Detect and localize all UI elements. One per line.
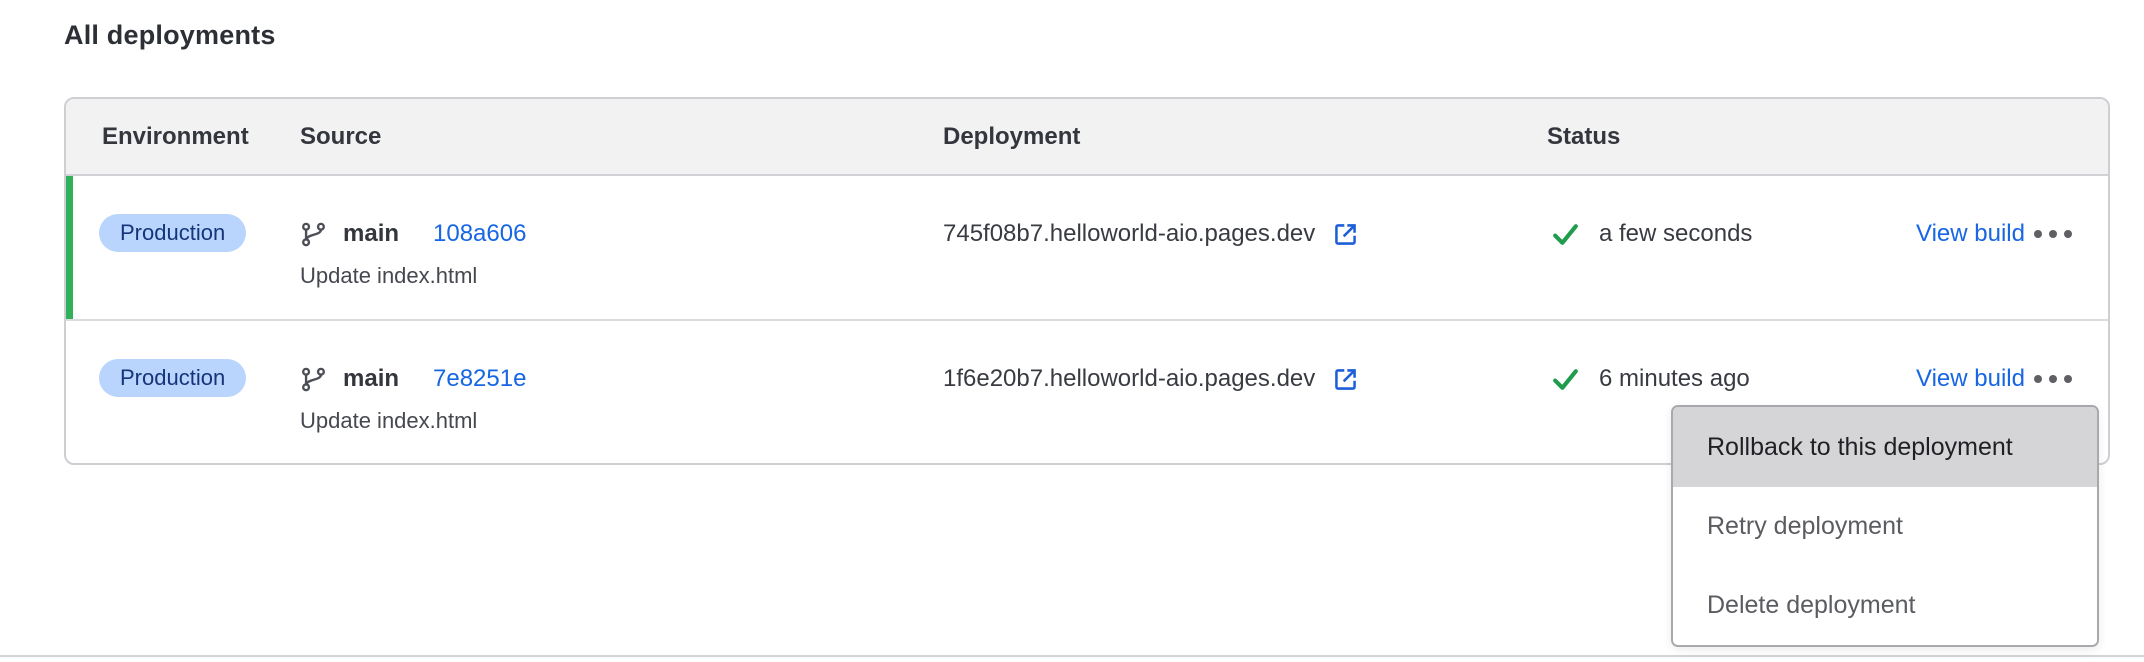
deployment-options-button[interactable] (2032, 369, 2074, 389)
active-deployment-indicator (66, 176, 73, 319)
environment-cell: Production (66, 214, 300, 252)
git-branch-icon (300, 366, 327, 393)
page-title: All deployments (64, 20, 276, 51)
column-header-deployment: Deployment (943, 123, 1547, 151)
view-build-link[interactable]: View build (1916, 220, 2025, 248)
status-time: a few seconds (1599, 220, 1752, 248)
branch-name: main (343, 365, 399, 393)
source-cell: main 108a606 Update index.html (300, 214, 943, 290)
external-link-icon[interactable] (1331, 220, 1360, 249)
commit-message: Update index.html (300, 407, 943, 435)
deployments-page: All deployments Environment Source Deplo… (0, 0, 2144, 662)
column-header-source: Source (300, 123, 943, 151)
commit-hash-link[interactable]: 108a606 (433, 220, 526, 248)
commit-hash-link[interactable]: 7e8251e (433, 365, 526, 393)
column-header-status: Status (1547, 123, 2108, 151)
column-header-environment: Environment (66, 123, 300, 151)
status-cell: 6 minutes ago View build (1547, 359, 2108, 399)
menu-item-retry[interactable]: Retry deployment (1673, 487, 2097, 566)
menu-item-delete[interactable]: Delete deployment (1673, 566, 2097, 645)
check-success-icon (1551, 220, 1580, 249)
table-header-row: Environment Source Deployment Status (66, 99, 2108, 176)
deployment-url: 1f6e20b7.helloworld-aio.pages.dev (943, 365, 1315, 393)
environment-cell: Production (66, 359, 300, 397)
external-link-icon[interactable] (1331, 365, 1360, 394)
menu-item-rollback[interactable]: Rollback to this deployment (1673, 407, 2097, 487)
deployment-options-button[interactable] (2032, 224, 2074, 244)
deployment-url: 745f08b7.helloworld-aio.pages.dev (943, 220, 1315, 248)
source-cell: main 7e8251e Update index.html (300, 359, 943, 435)
environment-badge: Production (99, 359, 246, 397)
deployment-row-current: Production main 108a606 Update index.htm… (66, 176, 2108, 321)
ellipsis-menu-icon (2034, 230, 2042, 238)
deployment-cell: 1f6e20b7.helloworld-aio.pages.dev (943, 359, 1547, 399)
status-cell: a few seconds View build (1547, 214, 2108, 254)
deployment-cell: 745f08b7.helloworld-aio.pages.dev (943, 214, 1547, 254)
environment-badge: Production (99, 214, 246, 252)
section-divider (0, 655, 2144, 657)
view-build-link[interactable]: View build (1916, 365, 2025, 393)
check-success-icon (1551, 365, 1580, 394)
deployment-context-menu: Rollback to this deployment Retry deploy… (1671, 405, 2099, 647)
ellipsis-menu-icon (2034, 375, 2042, 383)
branch-name: main (343, 220, 399, 248)
status-time: 6 minutes ago (1599, 365, 1750, 393)
commit-message: Update index.html (300, 262, 943, 290)
git-branch-icon (300, 221, 327, 248)
